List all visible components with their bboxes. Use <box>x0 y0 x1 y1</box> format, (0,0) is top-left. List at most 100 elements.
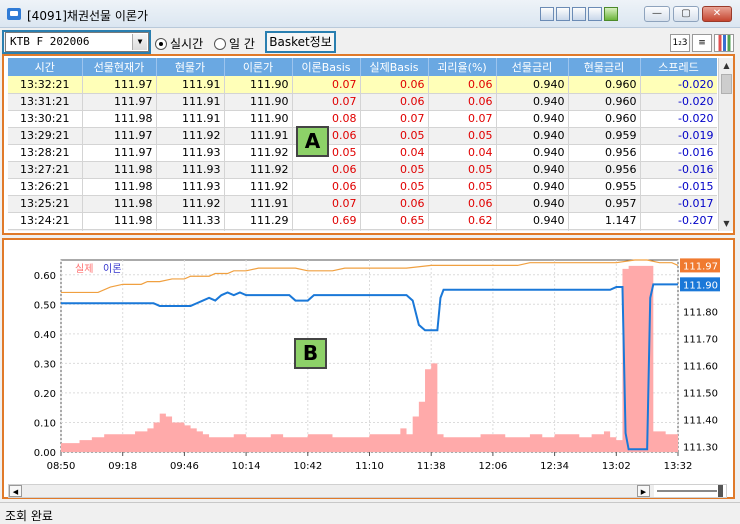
x-tick-label: 10:42 <box>293 461 322 472</box>
scroll-down-icon[interactable]: ▼ <box>719 216 734 231</box>
table-cell: 13:30:21 <box>8 110 83 128</box>
export-icon[interactable] <box>556 7 570 21</box>
y-left-tick-label: 0.60 <box>34 271 56 282</box>
radio-realtime[interactable]: 실시간 <box>155 35 203 52</box>
table-row[interactable]: 13:29:21 111.97 111.92 111.91 0.06 0.05 0.05 0.… <box>8 127 717 145</box>
y-right-tick-label: 111.60 <box>683 361 718 372</box>
table-cell: 0.05 <box>360 178 429 196</box>
table-row[interactable]: 13:32:21 111.97 111.91 111.90 0.07 0.06 0.06 0.… <box>8 76 717 94</box>
column-header[interactable]: 이론가 <box>224 58 293 76</box>
minimize-button[interactable]: — <box>644 6 670 22</box>
app-icon <box>7 8 21 20</box>
table-cell: -0.207 <box>640 229 717 231</box>
table-row[interactable]: 13:24:21 111.98 111.33 111.29 0.69 0.65 0.62 0.… <box>8 212 717 230</box>
toolbar: KTB F 202006 ▼ 실시간 일 간 Basket정보 1₂3 ≡ <box>0 29 740 55</box>
x-tick-label: 13:32 <box>664 461 693 472</box>
link-icon[interactable] <box>540 7 554 21</box>
scroll-up-icon[interactable]: ▲ <box>719 58 734 73</box>
grid-body: 13:32:21 111.97 111.91 111.90 0.07 0.06 0.06 0.… <box>8 76 717 231</box>
legend-entry: 실제 <box>75 263 93 275</box>
column-header[interactable]: 스프레드 <box>640 58 717 76</box>
table-cell: 0.940 <box>496 161 569 179</box>
print-icon[interactable] <box>588 7 602 21</box>
table-row[interactable]: 13:28:21 111.97 111.93 111.92 0.05 0.04 0.04 0.… <box>8 144 717 162</box>
table-cell: 13:31:21 <box>8 93 83 111</box>
table-cell: 0.06 <box>292 161 361 179</box>
table-row[interactable]: 13:25:21 111.98 111.92 111.91 0.07 0.06 0.06 0.… <box>8 195 717 213</box>
table-cell: 0.05 <box>360 161 429 179</box>
y-left-tick-label: 0.40 <box>34 330 56 341</box>
y-right-tick-label: 111.50 <box>683 389 718 400</box>
table-cell: 111.97 <box>82 229 157 231</box>
table-cell: 111.33 <box>156 212 225 230</box>
data-grid: 시간 선물현재가 현물가 이론가 이론Basis 실제Basis 괴리율(%) 선물금리 현물금… <box>8 58 717 231</box>
table-cell: 0.68 <box>292 229 361 231</box>
view-icons: 1₂3 ≡ <box>670 34 734 52</box>
table-row[interactable]: 13:30:21 111.98 111.91 111.90 0.08 0.07 0.07 0.… <box>8 110 717 128</box>
last-theory-tag: 111.90 <box>683 280 718 291</box>
table-cell: 0.61 <box>428 229 497 231</box>
table-cell: 0.05 <box>428 161 497 179</box>
table-cell: 13:32:21 <box>8 76 83 94</box>
window-title: [4091]채권선물 이론가 <box>27 9 148 23</box>
table-cell: 111.90 <box>224 110 293 128</box>
table-cell: 0.05 <box>428 127 497 145</box>
column-header[interactable]: 선물현재가 <box>82 58 157 76</box>
x-tick-label: 12:34 <box>540 461 569 472</box>
table-cell: 111.92 <box>224 161 293 179</box>
table-cell: 0.940 <box>496 127 569 145</box>
column-header[interactable]: 현물금리 <box>568 58 641 76</box>
bar-chart-icon[interactable] <box>714 34 734 52</box>
list-icon[interactable]: ≡ <box>692 34 712 52</box>
numbers-icon[interactable]: 1₂3 <box>670 34 690 52</box>
radio-daily[interactable]: 일 간 <box>214 35 255 52</box>
column-header[interactable]: 이론Basis <box>292 58 361 76</box>
help-icon[interactable] <box>604 7 618 21</box>
table-row[interactable]: 13:27:21 111.98 111.93 111.92 0.06 0.05 0.05 0.… <box>8 161 717 179</box>
table-cell: 0.960 <box>568 110 641 128</box>
table-cell: 0.07 <box>292 76 361 94</box>
horizontal-scrollbar[interactable]: ◀ ▶ <box>8 484 727 498</box>
column-header[interactable]: 현물가 <box>156 58 225 76</box>
contract-value: KTB F 202006 <box>10 35 90 48</box>
chart-panel: 0.60 0.50 0.40 0.30 0.20 0.10 0.00 111.80 111.70… <box>2 238 735 499</box>
x-tick-label: 09:18 <box>108 461 137 472</box>
maximize-button[interactable]: ▢ <box>673 6 699 22</box>
column-header[interactable]: 실제Basis <box>360 58 429 76</box>
table-cell: 111.91 <box>224 127 293 145</box>
scroll-thumb[interactable] <box>721 74 732 94</box>
table-cell: 0.07 <box>360 110 429 128</box>
table-row[interactable]: 13:31:21 111.97 111.91 111.90 0.07 0.06 0.06 0.… <box>8 93 717 111</box>
y-right-tick-label: 111.30 <box>683 443 718 454</box>
status-bar: 조회 완료 <box>0 502 740 524</box>
contract-select[interactable]: KTB F 202006 ▼ <box>5 32 149 52</box>
vertical-scrollbar[interactable]: ▲ ▼ <box>718 58 733 231</box>
table-cell: 0.940 <box>496 229 569 231</box>
table-cell: 13:25:21 <box>8 195 83 213</box>
table-cell: 0.06 <box>360 195 429 213</box>
scroll-left-icon[interactable]: ◀ <box>9 485 22 497</box>
chevron-down-icon[interactable]: ▼ <box>132 34 147 50</box>
column-header[interactable]: 선물금리 <box>496 58 569 76</box>
table-cell: 111.92 <box>224 144 293 162</box>
table-cell: 0.06 <box>428 195 497 213</box>
close-button[interactable]: ✕ <box>702 6 732 22</box>
table-cell: -0.019 <box>640 127 717 145</box>
table-cell: 111.97 <box>82 76 157 94</box>
status-text: 조회 완료 <box>5 509 53 523</box>
table-row[interactable]: 13:26:21 111.98 111.93 111.92 0.06 0.05 0.05 0.… <box>8 178 717 196</box>
basket-info-button[interactable]: Basket정보 <box>265 31 336 53</box>
table-row[interactable]: 13:23:21111.97111.33111.290.680.640.610.… <box>8 229 717 231</box>
column-header[interactable]: 시간 <box>8 58 83 76</box>
table-cell: 1.147 <box>568 212 641 230</box>
scroll-right-icon[interactable]: ▶ <box>637 485 650 497</box>
grid-viewport: 시간 선물현재가 현물가 이론가 이론Basis 실제Basis 괴리율(%) 선물금리 현물금… <box>4 56 717 231</box>
table-cell: 111.98 <box>82 110 157 128</box>
table-cell: 0.64 <box>360 229 429 231</box>
table-cell: 0.960 <box>568 76 641 94</box>
section-label-a: A <box>296 126 329 157</box>
x-tick-label: 13:02 <box>602 461 631 472</box>
column-header[interactable]: 괴리율(%) <box>428 58 497 76</box>
zoom-slider[interactable] <box>654 485 726 497</box>
copy-icon[interactable] <box>572 7 586 21</box>
